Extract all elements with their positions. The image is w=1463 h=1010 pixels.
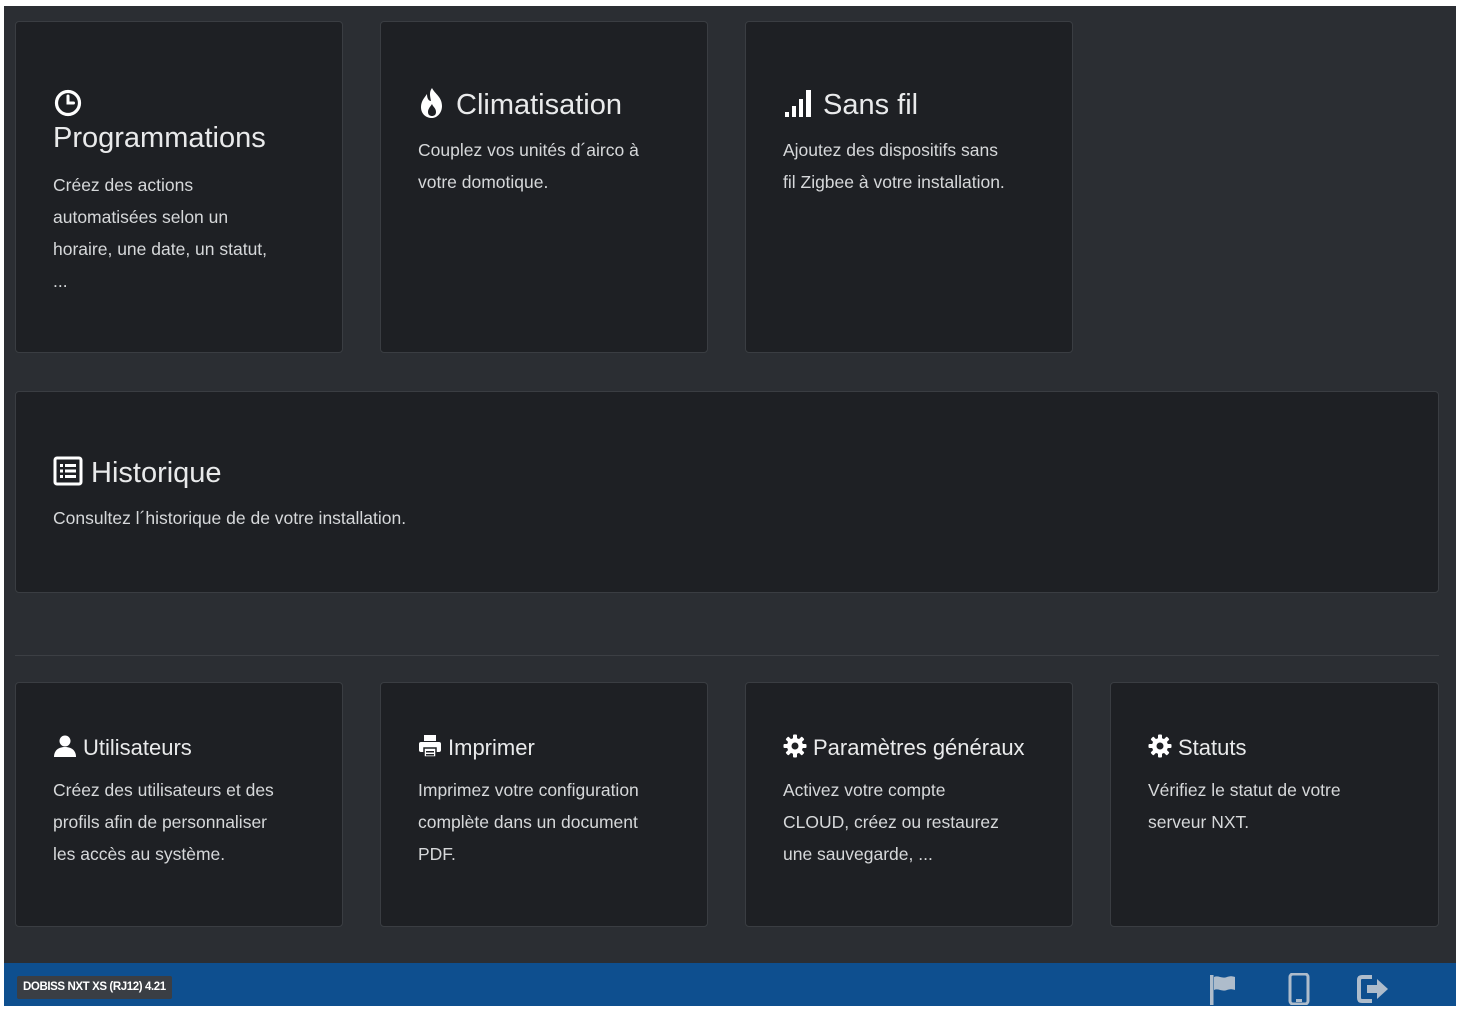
description-line: horaire, une date, un statut,: [53, 239, 268, 259]
statuts-card[interactable]: Statuts Vérifiez le statut de votre serv…: [1110, 682, 1439, 927]
flag-icon: [1207, 975, 1239, 1009]
fire-icon: [418, 87, 446, 124]
description-line: complète dans un document: [418, 812, 638, 832]
description-line: Créez des utilisateurs et des: [53, 780, 274, 800]
description-line: une sauvegarde, ...: [783, 844, 933, 864]
description-line: Activez votre compte: [783, 780, 946, 800]
printer-icon: [418, 734, 442, 763]
section-divider: [15, 655, 1439, 656]
dashboard-screen: Programmations Créez des actions automat…: [4, 6, 1456, 1006]
sans-fil-card[interactable]: Sans fil Ajoutez des dispositifs sans fi…: [745, 21, 1073, 353]
description-line: les accès au système.: [53, 844, 226, 864]
programmations-card[interactable]: Programmations Créez des actions automat…: [15, 21, 343, 353]
utilisateurs-card[interactable]: Utilisateurs Créez des utilisateurs et d…: [15, 682, 343, 927]
programmations-title: Programmations: [53, 122, 266, 154]
description-line: ...: [53, 271, 68, 291]
statuts-description: Vérifiez le statut de votre serveur NXT.: [1148, 774, 1401, 838]
utilisateurs-description: Créez des utilisateurs et des profils af…: [53, 774, 305, 870]
sans-fil-title: Sans fil: [823, 89, 919, 121]
logout-icon: [1356, 975, 1390, 1009]
historique-description: Consultez l´historique de de votre insta…: [53, 502, 1401, 534]
mobile-button[interactable]: [1285, 972, 1317, 1006]
imprimer-description: Imprimez votre configuration complète da…: [418, 774, 670, 870]
description-line: Vérifiez le statut de votre: [1148, 780, 1341, 800]
imprimer-title: Imprimer: [448, 735, 535, 760]
description-line: Créez des actions: [53, 175, 194, 195]
description-line: votre domotique.: [418, 172, 549, 192]
parametres-description: Activez votre compte CLOUD, créez ou res…: [783, 774, 1035, 870]
description-line: serveur NXT.: [1148, 812, 1250, 832]
imprimer-card[interactable]: Imprimer Imprimez votre configuration co…: [380, 682, 708, 927]
parametres-card[interactable]: Paramètres généraux Activez votre compte…: [745, 682, 1073, 927]
historique-card[interactable]: Historique Consultez l´historique de de …: [15, 391, 1439, 593]
gear-icon: [1148, 734, 1172, 763]
footer-bar: DOBISS NXT XS (RJ12) 4.21: [4, 963, 1456, 1006]
user-icon: [53, 734, 77, 763]
climatisation-title: Climatisation: [456, 89, 622, 121]
climatisation-description: Couplez vos unités d´airco à votre domot…: [418, 134, 670, 198]
parametres-title: Paramètres généraux: [813, 735, 1025, 760]
climatisation-card[interactable]: Climatisation Couplez vos unités d´airco…: [380, 21, 708, 353]
programmations-description: Créez des actions automatisées selon un …: [53, 169, 305, 297]
description-line: PDF.: [418, 844, 456, 864]
description-line: Imprimez votre configuration: [418, 780, 639, 800]
statuts-title: Statuts: [1178, 735, 1247, 760]
signal-bars-icon: [783, 87, 815, 124]
description-line: profils afin de personnaliser: [53, 812, 268, 832]
list-icon: [53, 456, 83, 491]
description-line: Couplez vos unités d´airco à: [418, 140, 639, 160]
logout-button[interactable]: [1356, 973, 1388, 1005]
description-line: fil Zigbee à votre installation.: [783, 172, 1005, 192]
sans-fil-description: Ajoutez des dispositifs sans fil Zigbee …: [783, 134, 1035, 198]
flag-button[interactable]: [1207, 973, 1239, 1005]
description-line: automatisées selon un: [53, 207, 229, 227]
description-line: Ajoutez des dispositifs sans: [783, 140, 998, 160]
version-badge: DOBISS NXT XS (RJ12) 4.21: [17, 976, 172, 999]
utilisateurs-title: Utilisateurs: [83, 735, 192, 760]
description-line: CLOUD, créez ou restaurez: [783, 812, 999, 832]
description-line: Consultez l´historique de de votre insta…: [53, 508, 407, 528]
mobile-icon: [1285, 972, 1317, 1009]
historique-title: Historique: [91, 457, 222, 489]
gear-icon: [783, 734, 807, 763]
clock-icon: [53, 88, 305, 123]
